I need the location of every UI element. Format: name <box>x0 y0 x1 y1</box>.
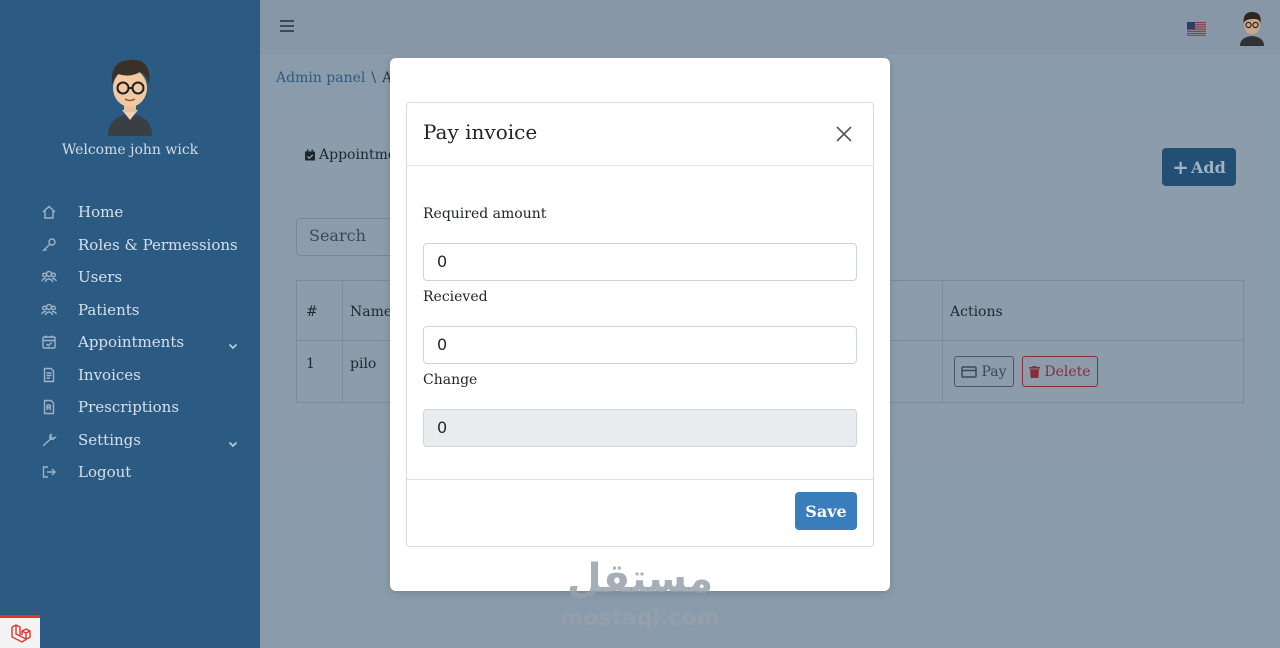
breadcrumb-separator: \ <box>371 70 377 86</box>
calendar-check-icon <box>40 333 58 351</box>
sidebar-item-label: Settings <box>78 430 141 449</box>
pay-invoice-modal: Pay invoice Required amount 0 Recieved 0… <box>406 102 874 547</box>
prescription-icon <box>40 398 58 416</box>
sidebar-nav: Home Roles & Permessions Users Patients … <box>0 196 260 489</box>
table-cell-name: pilo <box>350 356 377 372</box>
wrench-icon <box>40 431 58 449</box>
modal-divider <box>407 479 873 480</box>
sidebar-item-appointments[interactable]: Appointments <box>0 326 260 359</box>
sidebar-item-label: Patients <box>78 300 140 319</box>
sidebar-item-label: Invoices <box>78 365 141 384</box>
topbar <box>260 0 1280 54</box>
sidebar-item-home[interactable]: Home <box>0 196 260 229</box>
card-title: Appointme <box>304 147 396 163</box>
table-header-actions: Actions <box>950 304 1003 320</box>
plus-icon: + <box>1172 155 1189 179</box>
welcome-text: Welcome john wick <box>61 142 199 158</box>
modal-divider <box>407 165 873 166</box>
delete-button-label: Delete <box>1044 363 1091 380</box>
sidebar-item-label: Roles & Permessions <box>78 235 238 254</box>
table-cell-index: 1 <box>306 356 315 372</box>
change-label: Change <box>423 372 478 388</box>
calendar-check-icon <box>305 149 315 161</box>
hamburger-icon[interactable] <box>280 20 294 32</box>
table-header-index: # <box>306 304 318 320</box>
sidebar-item-prescriptions[interactable]: Prescriptions <box>0 391 260 424</box>
user-avatar <box>100 54 160 136</box>
save-button[interactable]: Save <box>795 492 857 530</box>
sidebar-item-logout[interactable]: Logout <box>0 456 260 489</box>
users-icon <box>40 301 58 319</box>
sidebar-item-label: Prescriptions <box>78 398 180 417</box>
pay-button-label: Pay <box>981 363 1007 380</box>
sidebar-item-label: Appointments <box>78 333 185 352</box>
delete-button[interactable]: Delete <box>1022 356 1098 387</box>
watermark-latin: mostaql.com <box>560 606 720 631</box>
sidebar-item-label: Home <box>78 203 124 222</box>
chevron-down-icon <box>228 435 238 447</box>
home-icon <box>40 203 58 221</box>
sidebar-item-invoices[interactable]: Invoices <box>0 359 260 392</box>
watermark-arabic: مستقل <box>566 556 714 602</box>
add-button-label: Add <box>1190 157 1226 177</box>
add-button[interactable]: + Add <box>1162 148 1236 186</box>
column-divider <box>942 281 943 402</box>
sidebar-item-label: Logout <box>78 463 132 482</box>
sidebar-item-settings[interactable]: Settings <box>0 424 260 457</box>
breadcrumb-link-admin[interactable]: Admin panel <box>276 70 365 86</box>
users-icon <box>40 268 58 286</box>
sidebar-item-users[interactable]: Users <box>0 261 260 294</box>
breadcrumb: Admin panel \ A <box>276 70 392 86</box>
required-amount-label: Required amount <box>423 206 547 222</box>
received-label: Recieved <box>423 289 488 305</box>
column-divider <box>342 281 343 402</box>
invoice-icon <box>40 366 58 384</box>
modal-title: Pay invoice <box>423 120 538 144</box>
laravel-debug-icon[interactable] <box>0 615 40 648</box>
sidebar-item-patients[interactable]: Patients <box>0 294 260 327</box>
required-amount-field[interactable]: 0 <box>423 243 857 281</box>
trash-icon <box>1029 365 1041 378</box>
received-field[interactable]: 0 <box>423 326 857 364</box>
us-flag-icon[interactable] <box>1187 21 1206 36</box>
chevron-down-icon <box>228 337 238 350</box>
sidebar: Welcome john wick Home Roles & Permessio… <box>0 0 260 648</box>
table-header-name: Name <box>350 304 393 320</box>
card-title-text: Appointme <box>319 147 397 163</box>
credit-card-icon <box>961 365 978 378</box>
sidebar-item-roles[interactable]: Roles & Permessions <box>0 229 260 262</box>
change-field: 0 <box>423 409 857 447</box>
key-icon <box>40 236 58 254</box>
close-icon[interactable] <box>835 125 853 143</box>
user-avatar[interactable] <box>1238 10 1266 46</box>
sidebar-item-label: Users <box>78 268 123 287</box>
pay-button[interactable]: Pay <box>954 356 1014 387</box>
logout-icon <box>40 463 58 481</box>
